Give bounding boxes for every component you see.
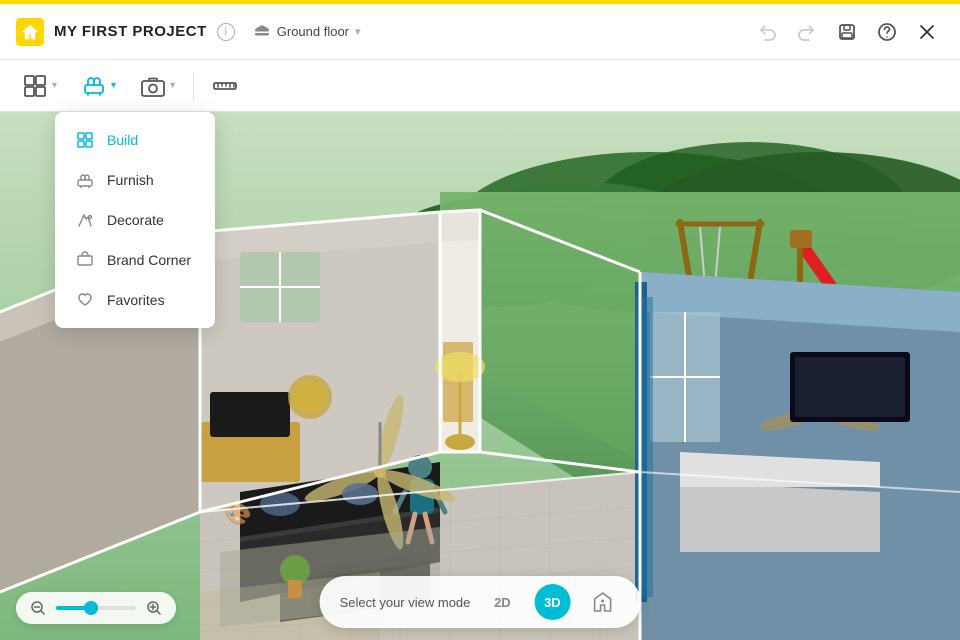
view-2d-button[interactable]: 2D: [484, 584, 520, 620]
zoom-bar: [16, 592, 176, 624]
floor-plan-chevron-icon: ▾: [52, 80, 57, 91]
toolbar-divider: [193, 72, 194, 100]
menu-item-favorites[interactable]: Favorites: [55, 280, 215, 320]
camera-chevron-icon: ▾: [170, 80, 175, 91]
menu-item-brand-corner[interactable]: Brand Corner: [55, 240, 215, 280]
brand-corner-icon: [75, 250, 95, 270]
view-mode-bar: Select your view mode 2D 3D: [320, 576, 641, 628]
furnish-menu-label: Furnish: [107, 172, 154, 188]
menu-item-decorate[interactable]: Decorate: [55, 200, 215, 240]
close-icon: [917, 22, 937, 42]
decorate-icon: [75, 210, 95, 230]
floor-plan-icon: [22, 73, 48, 99]
zoom-in-icon: [146, 600, 162, 616]
furnish-tool[interactable]: ▾: [71, 67, 126, 105]
floor-plan-tool[interactable]: ▾: [12, 67, 67, 105]
view-mode-label: Select your view mode: [340, 595, 471, 610]
camera-tool[interactable]: ▾: [130, 67, 185, 105]
menu-item-build[interactable]: Build: [55, 120, 215, 160]
build-label: Build: [107, 132, 138, 148]
furnish-icon: [81, 73, 107, 99]
favorites-label: Favorites: [107, 292, 165, 308]
measure-tool[interactable]: [202, 67, 248, 105]
floor-label: Ground floor: [277, 24, 349, 39]
brand-corner-label: Brand Corner: [107, 252, 191, 268]
build-icon: [75, 130, 95, 150]
save-icon: [837, 22, 857, 42]
view-2d-label: 2D: [494, 595, 511, 610]
zoom-out-button[interactable]: [28, 598, 48, 618]
camera-icon: [140, 73, 166, 99]
floor-layers-icon: [253, 23, 271, 41]
redo-button[interactable]: [790, 15, 824, 49]
header-right: [750, 15, 944, 49]
header-left: MY FIRST PROJECT i Ground floor ▾: [16, 18, 369, 46]
menu-item-furnish[interactable]: Furnish: [55, 160, 215, 200]
furnish-menu-icon: [75, 170, 95, 190]
undo-icon: [757, 22, 777, 42]
furnish-chevron-icon: ▾: [111, 80, 116, 91]
save-button[interactable]: [830, 15, 864, 49]
decorate-label: Decorate: [107, 212, 164, 228]
view-3d-label: 3D: [544, 595, 561, 610]
undo-button[interactable]: [750, 15, 784, 49]
header: MY FIRST PROJECT i Ground floor ▾: [0, 4, 960, 60]
dropdown-menu: Build Furnish Decorate: [55, 112, 215, 328]
redo-icon: [797, 22, 817, 42]
close-button[interactable]: [910, 15, 944, 49]
help-icon: [877, 22, 897, 42]
project-title: MY FIRST PROJECT: [54, 23, 207, 40]
toolbar: ▾ ▾ ▾: [0, 60, 960, 112]
home-logo-icon: [16, 18, 44, 46]
measure-icon: [212, 73, 238, 99]
dollhouse-icon: [591, 591, 613, 613]
zoom-thumb[interactable]: [84, 601, 98, 615]
floor-selector[interactable]: Ground floor ▾: [245, 19, 369, 45]
help-button[interactable]: [870, 15, 904, 49]
favorites-icon: [75, 290, 95, 310]
info-icon[interactable]: i: [217, 23, 235, 41]
zoom-slider[interactable]: [56, 606, 136, 610]
floor-chevron-icon: ▾: [355, 25, 361, 38]
view-3d-button[interactable]: 3D: [534, 584, 570, 620]
view-dollhouse-button[interactable]: [584, 584, 620, 620]
zoom-out-icon: [30, 600, 46, 616]
zoom-in-button[interactable]: [144, 598, 164, 618]
